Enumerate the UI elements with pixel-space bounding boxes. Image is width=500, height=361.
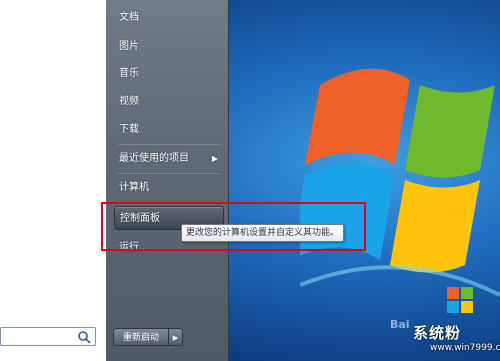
shutdown-options-button[interactable]: ▶ — [169, 328, 183, 346]
site-url-watermark: www.win7999.com — [430, 343, 500, 353]
programs-pane — [0, 0, 107, 361]
menu-item-label: 计算机 — [119, 182, 149, 193]
menu-item-label: 音乐 — [119, 68, 139, 79]
search-input[interactable] — [0, 327, 96, 346]
tooltip: 更改您的计算机设置并自定义其功能。 — [181, 224, 345, 242]
menu-item-documents[interactable]: 文档 — [114, 6, 224, 30]
shutdown-button[interactable]: 重新启动 — [113, 328, 169, 346]
menu-item-label: 下载 — [119, 124, 139, 135]
menu-item-label: 图片 — [119, 41, 139, 52]
menu-item-music[interactable]: 音乐 — [114, 62, 224, 86]
baidu-watermark: Bai — [390, 318, 410, 331]
chevron-right-icon: ▶ — [172, 334, 179, 342]
menu-item-recent-items[interactable]: 最近使用的项目 ▶ — [114, 147, 224, 171]
menu-item-pictures[interactable]: 图片 — [114, 35, 224, 59]
chevron-right-icon: ▶ — [211, 154, 218, 163]
programs-list[interactable] — [0, 0, 106, 322]
search-icon[interactable] — [77, 330, 91, 344]
windows-logo-watermark — [447, 287, 473, 313]
menu-separator — [118, 173, 220, 174]
menu-item-label: 最近使用的项目 — [119, 153, 189, 164]
menu-separator — [118, 144, 220, 145]
start-menu: 文档 图片 音乐 视频 下载 最近使用的项目 ▶ 计算机 控制面板 运行... … — [0, 0, 229, 361]
menu-item-downloads[interactable]: 下载 — [114, 118, 224, 142]
places-pane: 文档 图片 音乐 视频 下载 最近使用的项目 ▶ 计算机 控制面板 运行... — [106, 0, 229, 361]
menu-item-videos[interactable]: 视频 — [114, 90, 224, 114]
menu-item-label: 视频 — [119, 96, 139, 107]
site-watermark: 系统粉 — [413, 324, 462, 342]
menu-item-computer[interactable]: 计算机 — [114, 176, 224, 200]
windows-logo — [300, 68, 500, 297]
menu-item-label: 文档 — [119, 12, 139, 23]
